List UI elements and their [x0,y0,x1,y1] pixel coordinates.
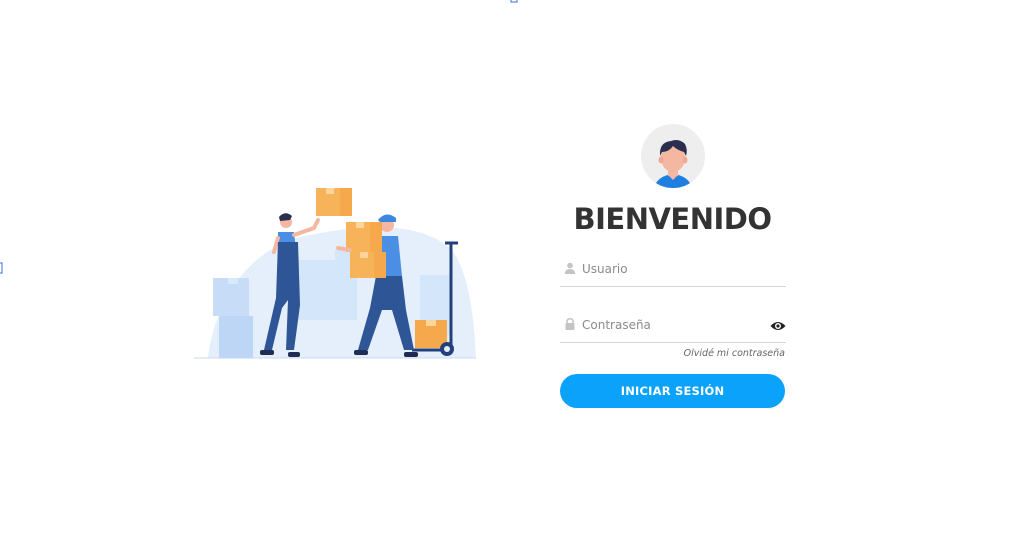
username-field [560,256,786,287]
lock-icon [565,318,575,330]
password-field [560,312,786,343]
welcome-title: BIENVENIDO [573,202,772,236]
login-page: BIENVENIDO Olvidé mi contraseña INICIAR … [0,0,1020,536]
top-edge-mark [510,0,518,3]
login-form: BIENVENIDO Olvidé mi contraseña INICIAR … [558,122,787,412]
username-input[interactable] [582,258,762,280]
password-input[interactable] [582,314,762,336]
delivery-workers-illustration-icon [194,188,476,359]
forgot-password-link[interactable]: Olvidé mi contraseña [684,348,785,359]
eye-icon[interactable] [770,320,786,332]
user-avatar-icon [641,124,705,188]
login-button[interactable]: INICIAR SESIÓN [560,374,785,408]
left-edge-mark [0,262,3,274]
user-icon [564,262,576,274]
